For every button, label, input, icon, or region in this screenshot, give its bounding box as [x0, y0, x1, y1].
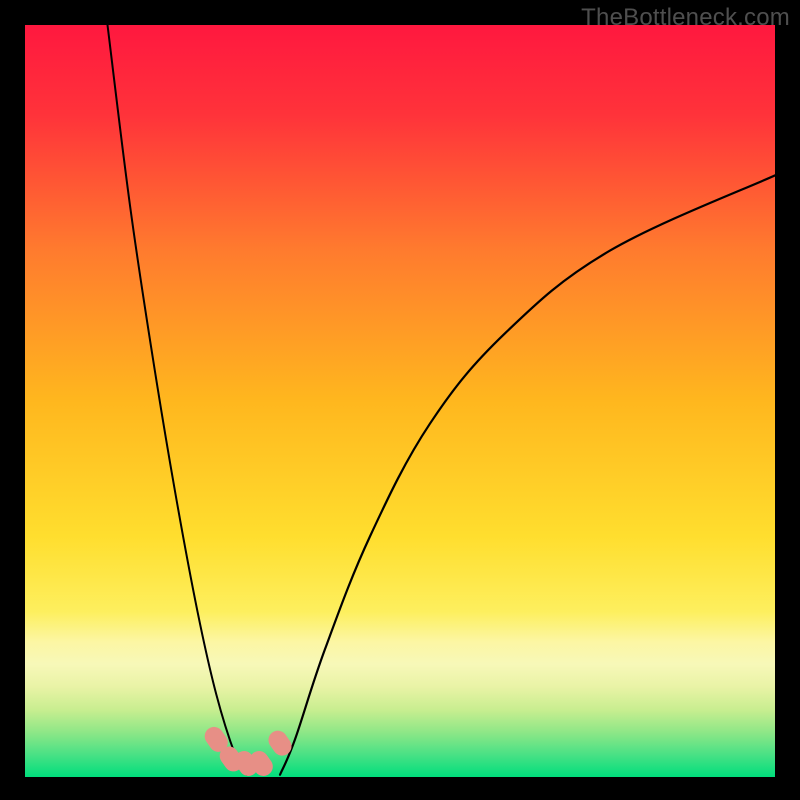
chart-frame: TheBottleneck.com [0, 0, 800, 800]
watermark-label: TheBottleneck.com [581, 4, 790, 32]
bottleneck-curve-chart [25, 25, 775, 777]
gradient-background [25, 25, 775, 777]
